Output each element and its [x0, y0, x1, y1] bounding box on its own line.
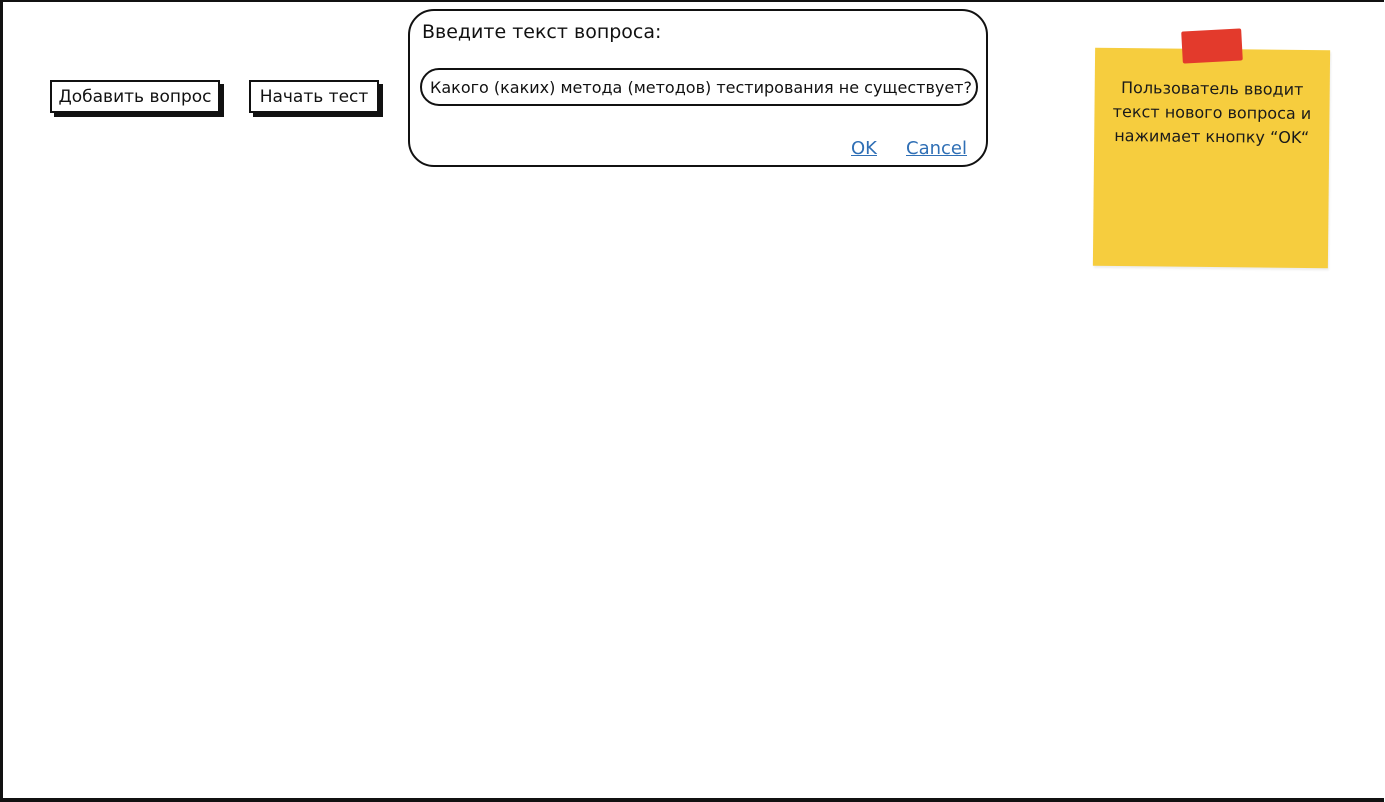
ok-button[interactable]: OK: [851, 138, 877, 159]
app-window: Добавить вопрос Начать тест Введите текс…: [0, 0, 1384, 802]
tape-icon: [1181, 28, 1243, 64]
start-test-button[interactable]: Начать тест: [249, 80, 379, 113]
question-input-dialog: Введите текст вопроса: Какого (каких) ме…: [408, 9, 988, 167]
add-question-button[interactable]: Добавить вопрос: [50, 80, 220, 113]
sticky-note: Пользователь вводит текст нового вопроса…: [1092, 47, 1331, 269]
sticky-note-text: Пользователь вводит текст нового вопроса…: [1112, 78, 1312, 148]
dialog-title: Введите текст вопроса:: [422, 21, 662, 43]
cancel-button[interactable]: Cancel: [906, 138, 967, 159]
question-text-input[interactable]: Какого (каких) метода (методов) тестиров…: [420, 68, 978, 106]
